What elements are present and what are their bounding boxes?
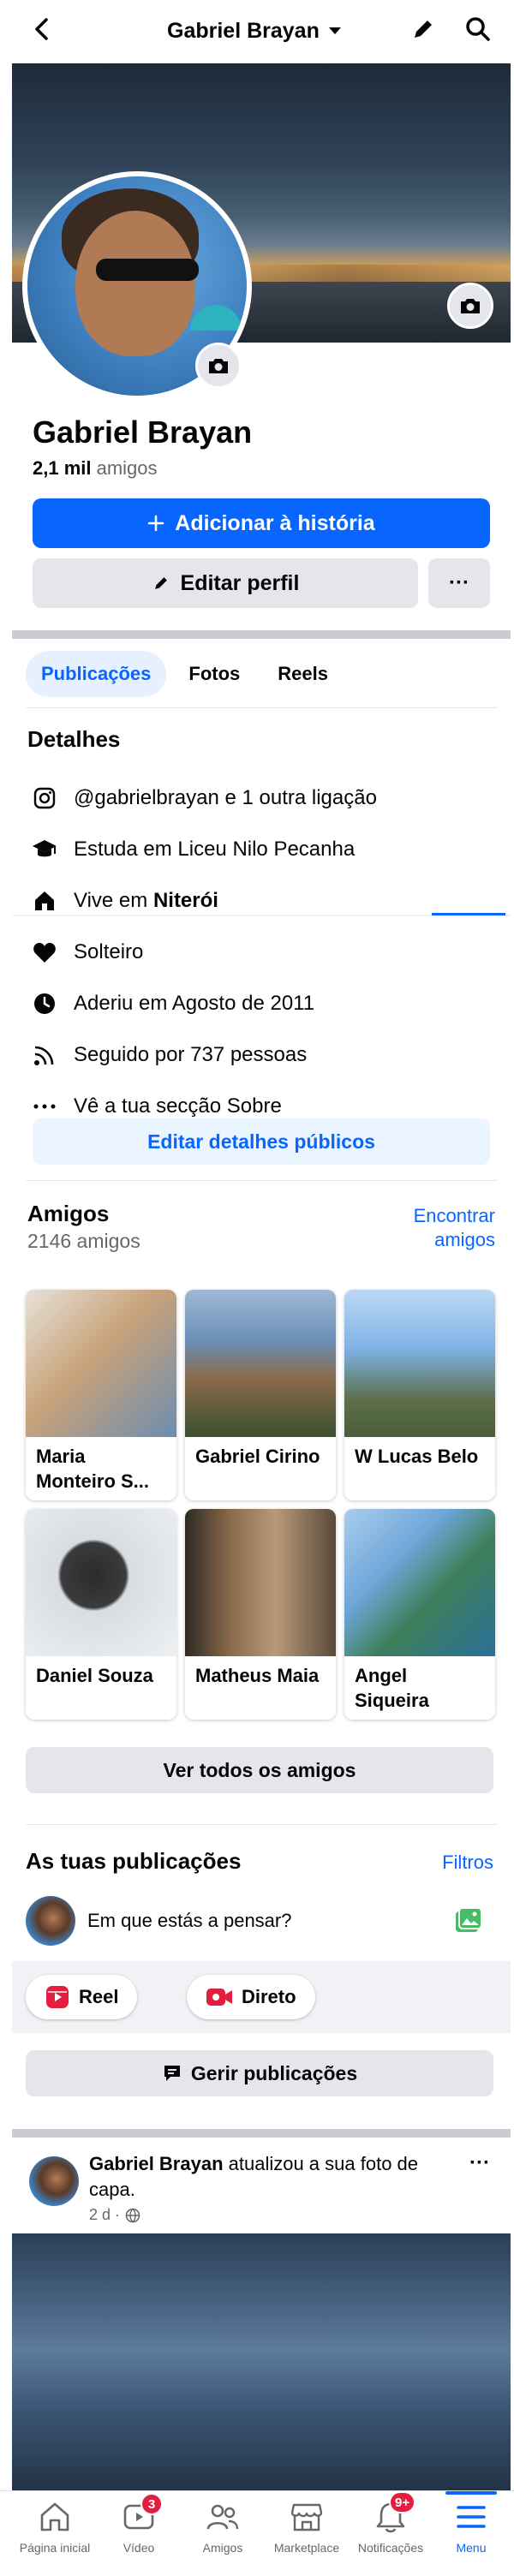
nav-friends[interactable]: Amigos (180, 2498, 266, 2572)
composer-input[interactable]: Em que estás a pensar? (87, 1910, 291, 1932)
profile-tabs: Publicações Fotos Reels (26, 651, 344, 697)
graduation-cap-icon (31, 836, 58, 863)
nav-video[interactable]: 3 Vídeo (96, 2493, 182, 2572)
reel-icon (45, 1984, 70, 2010)
nav-home[interactable]: Página inicial (12, 2498, 98, 2572)
profile-switcher[interactable]: Gabriel Brayan (167, 17, 364, 45)
plus-icon (147, 515, 164, 532)
home-icon (31, 887, 58, 915)
tab-reels[interactable]: Reels (262, 651, 344, 697)
edit-profile-button[interactable]: Editar perfil (33, 558, 418, 608)
tab-fotos[interactable]: Fotos (173, 651, 255, 697)
detail-followers[interactable]: Seguido por 737 pessoas (31, 1038, 307, 1072)
video-icon: 3 (120, 2493, 163, 2536)
notifications-badge: 9+ (389, 2491, 416, 2513)
add-to-story-button[interactable]: Adicionar à história (33, 498, 490, 548)
edit-public-details-button[interactable]: Editar detalhes públicos (33, 1118, 490, 1165)
detail-relationship: Solteiro (31, 935, 143, 969)
friends-total: 2146 amigos (27, 1230, 140, 1252)
friend-photo (26, 1290, 176, 1437)
more-options-button[interactable]: ··· (428, 558, 490, 608)
post-photo[interactable] (12, 2233, 511, 2490)
composer-avatar[interactable] (26, 1896, 75, 1946)
live-button[interactable]: Direto (187, 1975, 315, 2019)
post-more-button[interactable]: ··· (469, 2151, 490, 2175)
post-author-avatar[interactable] (29, 2156, 79, 2206)
friend-photo (185, 1290, 336, 1437)
menu-icon (452, 2498, 490, 2536)
speech-bubble-icon (162, 2063, 182, 2084)
friend-photo (185, 1509, 336, 1656)
details-title: Detalhes (27, 726, 121, 752)
profile-name: Gabriel Brayan (33, 414, 253, 450)
avatar-camera-icon[interactable] (195, 343, 242, 389)
friend-name: Gabriel Cirino (195, 1446, 320, 1467)
divider (26, 707, 497, 708)
friend-photo (26, 1509, 176, 1656)
friend-card[interactable]: Maria Monteiro S... (26, 1290, 176, 1500)
bell-icon: 9+ (372, 2491, 416, 2536)
marketplace-icon (288, 2498, 326, 2536)
reel-button[interactable]: Reel (26, 1975, 138, 2019)
instagram-icon (31, 784, 58, 812)
detail-education: Estuda em Liceu Nilo Pecanha (31, 832, 355, 867)
bottom-navigation: Página inicial 3 Vídeo Amigos Marketplac… (0, 2490, 514, 2576)
section-divider (12, 630, 511, 639)
friend-card[interactable]: Angel Siqueira (344, 1509, 495, 1720)
friend-photo (344, 1290, 495, 1437)
nav-notifications[interactable]: 9+ Notificações (348, 2491, 433, 2572)
detail-lives-in: Vive em Niterói (31, 884, 218, 918)
back-arrow-icon[interactable] (29, 15, 57, 43)
filters-link[interactable]: Filtros (442, 1852, 493, 1874)
friend-name: Daniel Souza (36, 1665, 153, 1686)
post-header-text: Gabriel Brayan atualizou a sua foto de c… (89, 2153, 419, 2200)
friend-card[interactable]: Daniel Souza (26, 1509, 176, 1720)
friend-name: Angel Siqueira (355, 1665, 429, 1711)
pencil-icon (152, 574, 170, 593)
chevron-down-icon (328, 26, 342, 36)
friend-name: Maria Monteiro S... (36, 1446, 149, 1492)
post-meta: 2 d · (89, 2206, 140, 2224)
friends-title: Amigos (27, 1201, 110, 1226)
rss-icon (31, 1041, 58, 1069)
friend-name: Matheus Maia (195, 1665, 320, 1686)
nav-menu[interactable]: Menu (428, 2491, 514, 2572)
search-icon[interactable] (464, 15, 492, 43)
find-friends-link[interactable]: Encontrar amigos (414, 1204, 495, 1252)
top-bar: Gabriel Brayan (0, 0, 514, 62)
see-all-friends-button[interactable]: Ver todos os amigos (26, 1747, 493, 1793)
pencil-icon[interactable] (409, 15, 437, 43)
heart-icon (31, 939, 58, 966)
friend-name: W Lucas Belo (355, 1446, 479, 1467)
globe-icon (125, 2208, 140, 2223)
cover-camera-icon[interactable] (447, 283, 493, 329)
live-video-icon (206, 1986, 233, 2008)
tab-publicacoes[interactable]: Publicações (26, 651, 167, 697)
friends-icon (204, 2498, 242, 2536)
scroll-indicator (432, 913, 505, 915)
manage-posts-button[interactable]: Gerir publicações (26, 2050, 493, 2096)
video-badge: 3 (140, 2493, 163, 2515)
active-tab-indicator (445, 2491, 497, 2495)
nav-marketplace[interactable]: Marketplace (264, 2498, 350, 2572)
friends-count[interactable]: 2,1 mil amigos (33, 457, 158, 480)
friend-card[interactable]: W Lucas Belo (344, 1290, 495, 1500)
friend-card[interactable]: Gabriel Cirino (185, 1290, 336, 1500)
photo-icon[interactable] (454, 1906, 483, 1935)
detail-instagram[interactable]: @gabrielbrayan e 1 outra ligação (31, 781, 377, 815)
header-title: Gabriel Brayan (167, 18, 320, 43)
post-author[interactable]: Gabriel Brayan (89, 2153, 224, 2174)
your-posts-title: As tuas publicações (26, 1848, 242, 1874)
home-icon (36, 2498, 74, 2536)
ellipsis-icon (31, 1093, 58, 1120)
friend-photo (344, 1509, 495, 1656)
friend-card[interactable]: Matheus Maia (185, 1509, 336, 1720)
detail-joined: Aderiu em Agosto de 2011 (31, 987, 314, 1021)
clock-icon (31, 990, 58, 1017)
